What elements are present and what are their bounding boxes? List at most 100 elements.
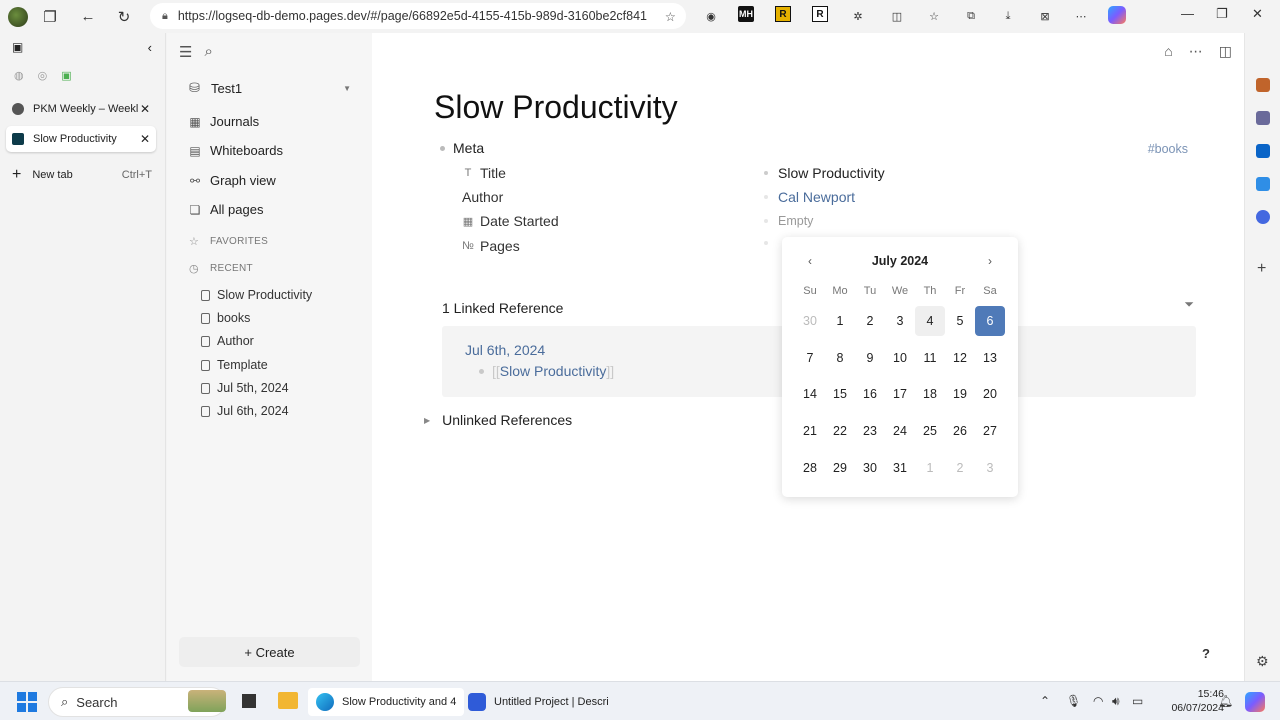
sidebar-item-graph-view[interactable]: ⚯ Graph view — [188, 173, 276, 188]
collapse-tabs-icon[interactable]: ‹ — [148, 40, 152, 55]
calendar-day[interactable]: 1 — [825, 306, 855, 336]
taskbar-app-descript[interactable]: Untitled Project | Descri — [460, 688, 617, 716]
calendar-day[interactable]: 17 — [885, 379, 915, 409]
calendar-day[interactable]: 18 — [915, 379, 945, 409]
calendar-day[interactable]: 11 — [915, 343, 945, 373]
calendar-day[interactable]: 31 — [885, 453, 915, 483]
extension-mh-icon[interactable]: MH — [738, 6, 754, 22]
calendar-day[interactable]: 7 — [795, 343, 825, 373]
property-value-title[interactable]: Slow Productivity — [764, 165, 885, 181]
pinned-tab-icon-2[interactable]: ◎ — [38, 69, 48, 82]
pinned-tab-icon-3[interactable]: ▣ — [61, 69, 71, 82]
calendar-day[interactable]: 24 — [885, 416, 915, 446]
recent-item[interactable]: Jul 6th, 2024 — [201, 404, 289, 418]
downloads-icon[interactable]: ⤓ — [998, 6, 1018, 26]
screenshot-icon[interactable]: ⊠ — [1035, 6, 1055, 26]
property-key-title[interactable]: T Title — [462, 165, 506, 181]
help-button[interactable]: ? — [1202, 646, 1210, 661]
next-month-icon[interactable]: › — [980, 251, 1000, 271]
new-tab-button[interactable]: + New tab Ctrl+T — [12, 166, 152, 184]
recent-item[interactable]: Jul 5th, 2024 — [201, 381, 289, 395]
search-icon[interactable]: ⌕ — [204, 43, 212, 61]
close-tab-icon[interactable]: ✕ — [138, 102, 152, 116]
calendar-day[interactable]: 25 — [915, 416, 945, 446]
calendar-day[interactable]: 30 — [795, 306, 825, 336]
close-window-icon[interactable]: ✕ — [1252, 6, 1263, 22]
sidebar-item-journals[interactable]: ▦ Journals — [188, 114, 259, 129]
property-value-date-started[interactable]: Empty — [764, 214, 813, 228]
collections-icon[interactable]: ⧉ — [961, 6, 981, 26]
graph-selector[interactable]: ⛁ Test1 ▼ — [189, 80, 351, 96]
calendar-day[interactable]: 5 — [945, 306, 975, 336]
settings-gear-icon[interactable]: ⚙ — [1256, 653, 1269, 670]
copilot-taskbar-icon[interactable] — [1245, 692, 1265, 712]
calendar-day-selected[interactable]: 6 — [975, 306, 1005, 336]
file-explorer-icon[interactable] — [278, 692, 298, 709]
widget-icon[interactable] — [188, 690, 226, 712]
calendar-day[interactable]: 3 — [885, 306, 915, 336]
extension-r-white-icon[interactable]: R — [812, 6, 828, 22]
property-value-link[interactable]: Cal Newport — [778, 189, 855, 205]
address-bar[interactable]: 🔒︎ https://logseq-db-demo.pages.dev/#/pa… — [150, 3, 686, 29]
m365-icon[interactable] — [1256, 210, 1270, 224]
calendar-day[interactable]: 28 — [795, 453, 825, 483]
more-menu-icon[interactable]: ⋯ — [1071, 6, 1091, 26]
calendar-day[interactable]: 8 — [825, 343, 855, 373]
add-sidebar-app-icon[interactable]: + — [1257, 260, 1266, 278]
calendar-day[interactable]: 27 — [975, 416, 1005, 446]
extension-icon[interactable]: ◉ — [701, 6, 721, 26]
sidebar-item-all-pages[interactable]: ❏ All pages — [188, 202, 264, 217]
microphone-icon[interactable]: 🎙︎ — [1066, 694, 1081, 708]
close-tab-icon[interactable]: ✕ — [138, 132, 152, 146]
calendar-day[interactable]: 14 — [795, 379, 825, 409]
calendar-day[interactable]: 2 — [945, 453, 975, 483]
sidebar-item-whiteboards[interactable]: ▤ Whiteboards — [188, 143, 283, 158]
favorite-star-icon[interactable]: ☆ — [665, 9, 676, 24]
property-key-date-started[interactable]: ▦ Date Started — [462, 213, 559, 229]
task-view-icon[interactable] — [242, 694, 256, 708]
block-bullet-icon[interactable] — [479, 368, 484, 374]
reference-block[interactable]: [[ Slow Productivity ]] — [479, 363, 614, 379]
page-reference-link[interactable]: Slow Productivity — [500, 363, 607, 379]
system-clock[interactable]: 15:46 06/07/2024 — [1171, 687, 1224, 715]
calendar-day[interactable]: 2 — [855, 306, 885, 336]
create-button[interactable]: + Create — [179, 637, 360, 667]
recent-item[interactable]: books — [201, 311, 250, 325]
block-bullet-icon[interactable] — [440, 145, 445, 151]
calendar-day[interactable]: 16 — [855, 379, 885, 409]
minimize-icon[interactable]: — — [1181, 6, 1194, 21]
calendar-day[interactable]: 10 — [885, 343, 915, 373]
calendar-day[interactable]: 30 — [855, 453, 885, 483]
send-icon[interactable] — [1256, 177, 1270, 191]
linked-references-header[interactable]: 1 Linked Reference — [442, 300, 563, 316]
wifi-icon[interactable]: ◠ — [1093, 694, 1103, 708]
recent-item[interactable]: Template — [201, 358, 268, 372]
split-screen-icon[interactable]: ◫ — [887, 6, 907, 26]
recent-item[interactable]: Author — [201, 334, 254, 348]
tab-actions-icon[interactable]: ▣ — [12, 40, 23, 55]
calendar-day[interactable]: 9 — [855, 343, 885, 373]
right-sidebar-toggle-icon[interactable]: ◫ — [1219, 43, 1232, 60]
calendar-day[interactable]: 21 — [795, 416, 825, 446]
calendar-day[interactable]: 23 — [855, 416, 885, 446]
recent-item[interactable]: Slow Productivity — [201, 288, 312, 302]
property-key-pages[interactable]: № Pages — [462, 238, 520, 254]
calendar-day[interactable]: 20 — [975, 379, 1005, 409]
unlinked-references-toggle[interactable]: ▶ Unlinked References — [424, 412, 572, 428]
pinned-tab-icon-1[interactable]: ◍ — [14, 69, 24, 82]
calendar-day[interactable]: 15 — [825, 379, 855, 409]
page-title[interactable]: Slow Productivity — [434, 89, 678, 126]
tab-pkm-weekly[interactable]: PKM Weekly – Weekly ✕ — [6, 96, 156, 122]
profile-avatar[interactable] — [8, 6, 28, 27]
calendar-day[interactable]: 3 — [975, 453, 1005, 483]
property-key-author[interactable]: Author — [462, 189, 503, 205]
meta-block[interactable]: Meta — [440, 140, 484, 156]
refresh-icon[interactable]: ↻ — [110, 3, 138, 31]
property-value-pages[interactable] — [764, 241, 778, 245]
workspaces-icon[interactable]: ❐ — [36, 3, 64, 31]
calendar-day[interactable]: 12 — [945, 343, 975, 373]
tab-slow-productivity[interactable]: Slow Productivity ✕ — [6, 126, 156, 152]
calendar-day[interactable]: 4 — [915, 306, 945, 336]
calendar-day[interactable]: 13 — [975, 343, 1005, 373]
games-icon[interactable] — [1256, 111, 1270, 125]
